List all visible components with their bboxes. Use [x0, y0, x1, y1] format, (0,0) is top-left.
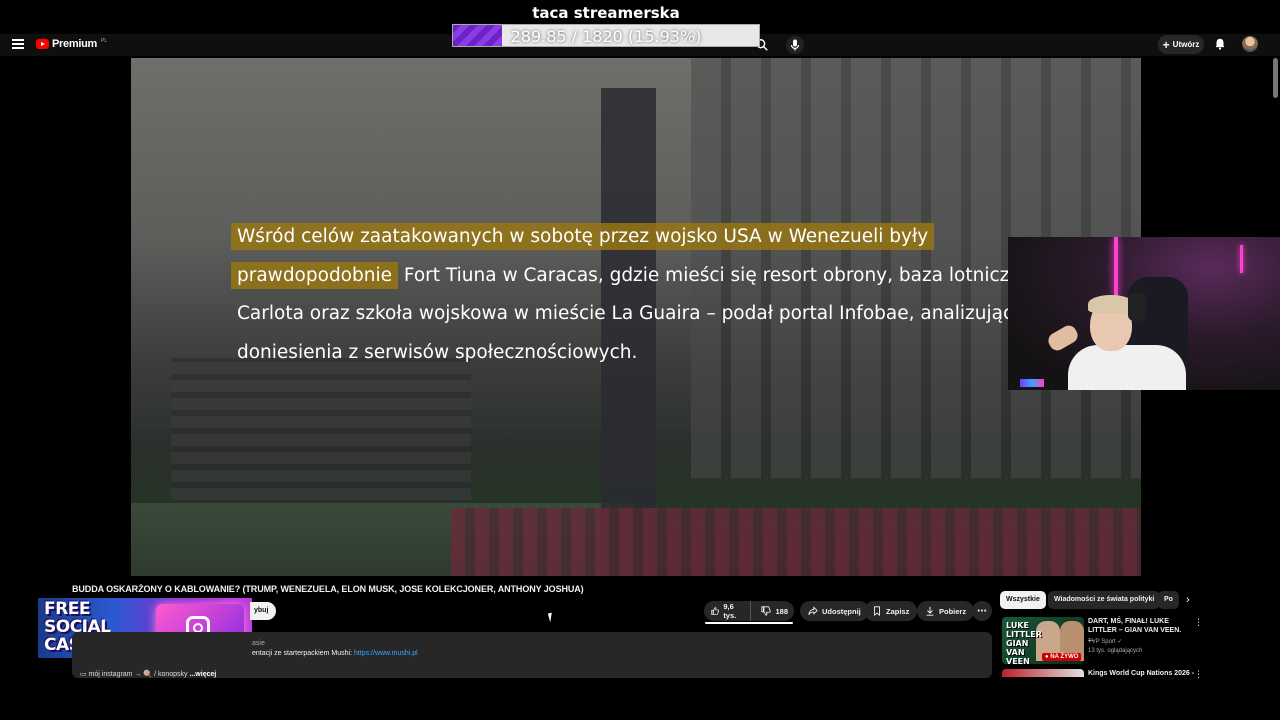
like-count: 9,6 tys. — [723, 602, 737, 620]
stream-goal-progress-bar: 289.85 / 1820 (15.93%) — [452, 24, 760, 47]
download-icon — [926, 606, 934, 616]
mic-icon — [790, 39, 800, 51]
video-description[interactable]: asie entacji ze starterpackiem Mushi: ht… — [72, 632, 992, 678]
mouse-cursor — [547, 612, 555, 623]
recommendation-thumbnail[interactable] — [1002, 669, 1084, 677]
voice-search-button[interactable] — [786, 36, 804, 54]
subtitle-line-3: Carlota oraz szkoła wojskowa w mieście L… — [237, 303, 1014, 324]
video-subtitles: Wśród celów zaatakowanych w sobotę przez… — [231, 218, 1048, 372]
description-text: ▭ mój instagram → 🍭 / konopsky — [80, 671, 188, 678]
subtitle-line-2: prawdopodobnie Fort Tiuna w Caracas, gdz… — [231, 257, 1048, 296]
description-line: ▭ mój instagram → 🍭 / konopsky ...więcej — [80, 670, 216, 678]
youtube-premium-logo[interactable]: Premium PL — [36, 38, 107, 50]
kebab-menu-icon[interactable]: ⋮ — [1194, 617, 1203, 628]
stream-goal-title: taca streamerska — [532, 4, 680, 22]
letterbox-bottom — [0, 680, 1280, 720]
save-button[interactable]: Zapisz — [864, 601, 918, 621]
create-button[interactable]: + Utwórz — [1158, 35, 1204, 54]
like-ratio-bar — [705, 622, 793, 624]
subtitle-line-1: Wśród celów zaatakowanych w sobotę przez… — [231, 218, 1017, 257]
share-button[interactable]: Udostępnij — [800, 601, 869, 621]
recommendation-item[interactable]: LUKE LITTLER GIAN VAN VEEN ● NA ŻYWO DAR… — [1002, 617, 1203, 667]
description-line: entacji ze starterpackiem Mushi: https:/… — [252, 650, 418, 657]
subtitle-highlight: Wśród celów zaatakowanych w sobotę przez… — [231, 223, 935, 250]
video-player[interactable]: Wśród celów zaatakowanych w sobotę przez… — [131, 58, 1141, 576]
thumbs-down-icon — [761, 606, 772, 616]
logo-text: Premium — [52, 38, 97, 50]
streamer-webcam — [1008, 237, 1280, 390]
dislike-button[interactable]: 188 — [755, 601, 794, 621]
logo-region: PL — [100, 38, 108, 44]
neon-light — [1240, 245, 1243, 273]
save-label: Zapisz — [886, 606, 910, 616]
like-dislike-group: 9,6 tys. 188 — [704, 601, 794, 621]
menu-icon[interactable] — [12, 39, 24, 49]
more-actions-button[interactable]: ⋯ — [972, 601, 992, 621]
recommendation-thumbnail[interactable]: LUKE LITTLER GIAN VAN VEEN ● NA ŻYWO — [1002, 617, 1084, 664]
live-badge: ● NA ŻYWO — [1042, 653, 1082, 661]
dislike-count: 188 — [775, 606, 788, 616]
stream-goal-progress-text: 289.85 / 1820 (15.93%) — [510, 27, 702, 46]
description-link[interactable]: https://www.mushi.pl — [354, 650, 418, 657]
video-title: BUDDA OSKARŻONY O KABLOWANIE? (TRUMP, WE… — [72, 584, 584, 594]
ad-line-1: FREE — [44, 599, 90, 619]
avatar[interactable] — [1242, 36, 1258, 52]
neon-light — [1114, 237, 1118, 297]
streamer-hand — [1045, 322, 1081, 354]
youtube-play-icon — [36, 39, 49, 49]
subtitle-line-4: doniesienia z serwisów społecznościowych… — [237, 341, 638, 363]
thumbnail-text: LUKE LITTLER GIAN VAN VEEN — [1006, 621, 1042, 664]
video-building-left — [171, 358, 471, 518]
plus-icon: + — [1162, 37, 1170, 52]
subscribe-button[interactable]: ybuj — [250, 602, 276, 620]
subtitle-text: Fort Tiuna w Caracas, gdzie mieści się r… — [398, 264, 1049, 286]
streamer-body — [1068, 345, 1186, 390]
kebab-menu-icon[interactable]: ⋮ — [1194, 669, 1202, 680]
rgb-keyboard — [1020, 379, 1044, 387]
chip-all[interactable]: Wszystkie — [1000, 591, 1046, 609]
like-button[interactable]: 9,6 tys. — [704, 601, 752, 621]
show-more-link[interactable]: ...więcej — [188, 671, 216, 678]
chip-politics-news[interactable]: Wiadomości ze świata polityki — [1048, 591, 1161, 609]
chip-more[interactable]: Po — [1158, 591, 1179, 609]
recommendation-title[interactable]: Kings World Cup Nations 2026 - — [1088, 669, 1194, 678]
bookmark-icon — [874, 606, 880, 616]
create-label: Utwórz — [1172, 40, 1200, 49]
bell-icon[interactable] — [1213, 37, 1227, 51]
video-flowerbed — [451, 508, 1141, 576]
sidebar-filter-chips: Wszystkie Wiadomości ze świata polityki … — [1000, 591, 1190, 609]
page-scrollbar[interactable] — [1273, 58, 1278, 98]
recommendation-channel[interactable]: TVP Sport ✓ — [1088, 638, 1122, 645]
thumbs-up-icon — [711, 607, 720, 615]
recommendation-views: 13 tys. oglądających — [1088, 648, 1143, 654]
description-text: entacji ze starterpackiem Mushi: — [252, 650, 354, 657]
recommendation-item[interactable]: Kings World Cup Nations 2026 - ⋮ — [1002, 669, 1202, 680]
share-icon — [808, 606, 818, 615]
download-label: Pobierz — [939, 606, 967, 616]
share-label: Udostępnij — [822, 606, 861, 616]
headset — [1128, 293, 1146, 321]
description-meta: asie — [252, 640, 265, 647]
chevron-right-icon[interactable]: › — [1186, 594, 1190, 606]
subtitle-highlight: prawdopodobnie — [231, 261, 398, 289]
download-button[interactable]: Pobierz — [917, 601, 975, 621]
